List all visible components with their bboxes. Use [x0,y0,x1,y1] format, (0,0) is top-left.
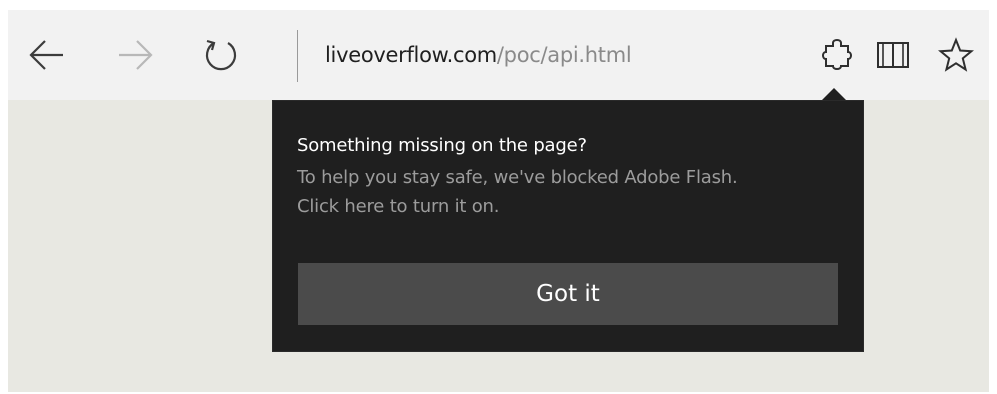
address-path: /poc/api.html [496,43,632,67]
book-icon [877,42,909,68]
toolbar-separator [297,30,298,82]
popup-message[interactable]: To help you stay safe, we've blocked Ado… [297,163,837,221]
refresh-button[interactable] [198,32,244,78]
forward-button[interactable] [112,32,158,78]
address-host: liveoverflow.com [325,43,497,67]
refresh-icon [205,39,237,71]
puzzle-piece-icon [822,39,852,70]
popup-message-line: To help you stay safe, we've blocked Ado… [297,167,738,188]
arrow-left-icon [29,40,63,70]
reading-view-button[interactable] [870,32,916,78]
got-it-button[interactable]: Got it [298,263,838,325]
star-icon [938,37,974,72]
browser-toolbar: liveoverflow.com/poc/api.html [8,10,989,100]
popup-title: Something missing on the page? [297,135,587,156]
arrow-right-icon [119,40,153,70]
back-button[interactable] [24,32,70,78]
favorites-button[interactable] [933,32,979,78]
address-bar[interactable]: liveoverflow.com/poc/api.html [325,39,632,71]
flash-blocked-popup[interactable]: Something missing on the page? To help y… [273,101,863,351]
browser-window: liveoverflow.com/poc/api.html Something … [8,10,989,392]
popup-pointer [820,88,848,102]
popup-message-line: Click here to turn it on. [297,196,500,217]
extension-button[interactable] [814,32,860,78]
